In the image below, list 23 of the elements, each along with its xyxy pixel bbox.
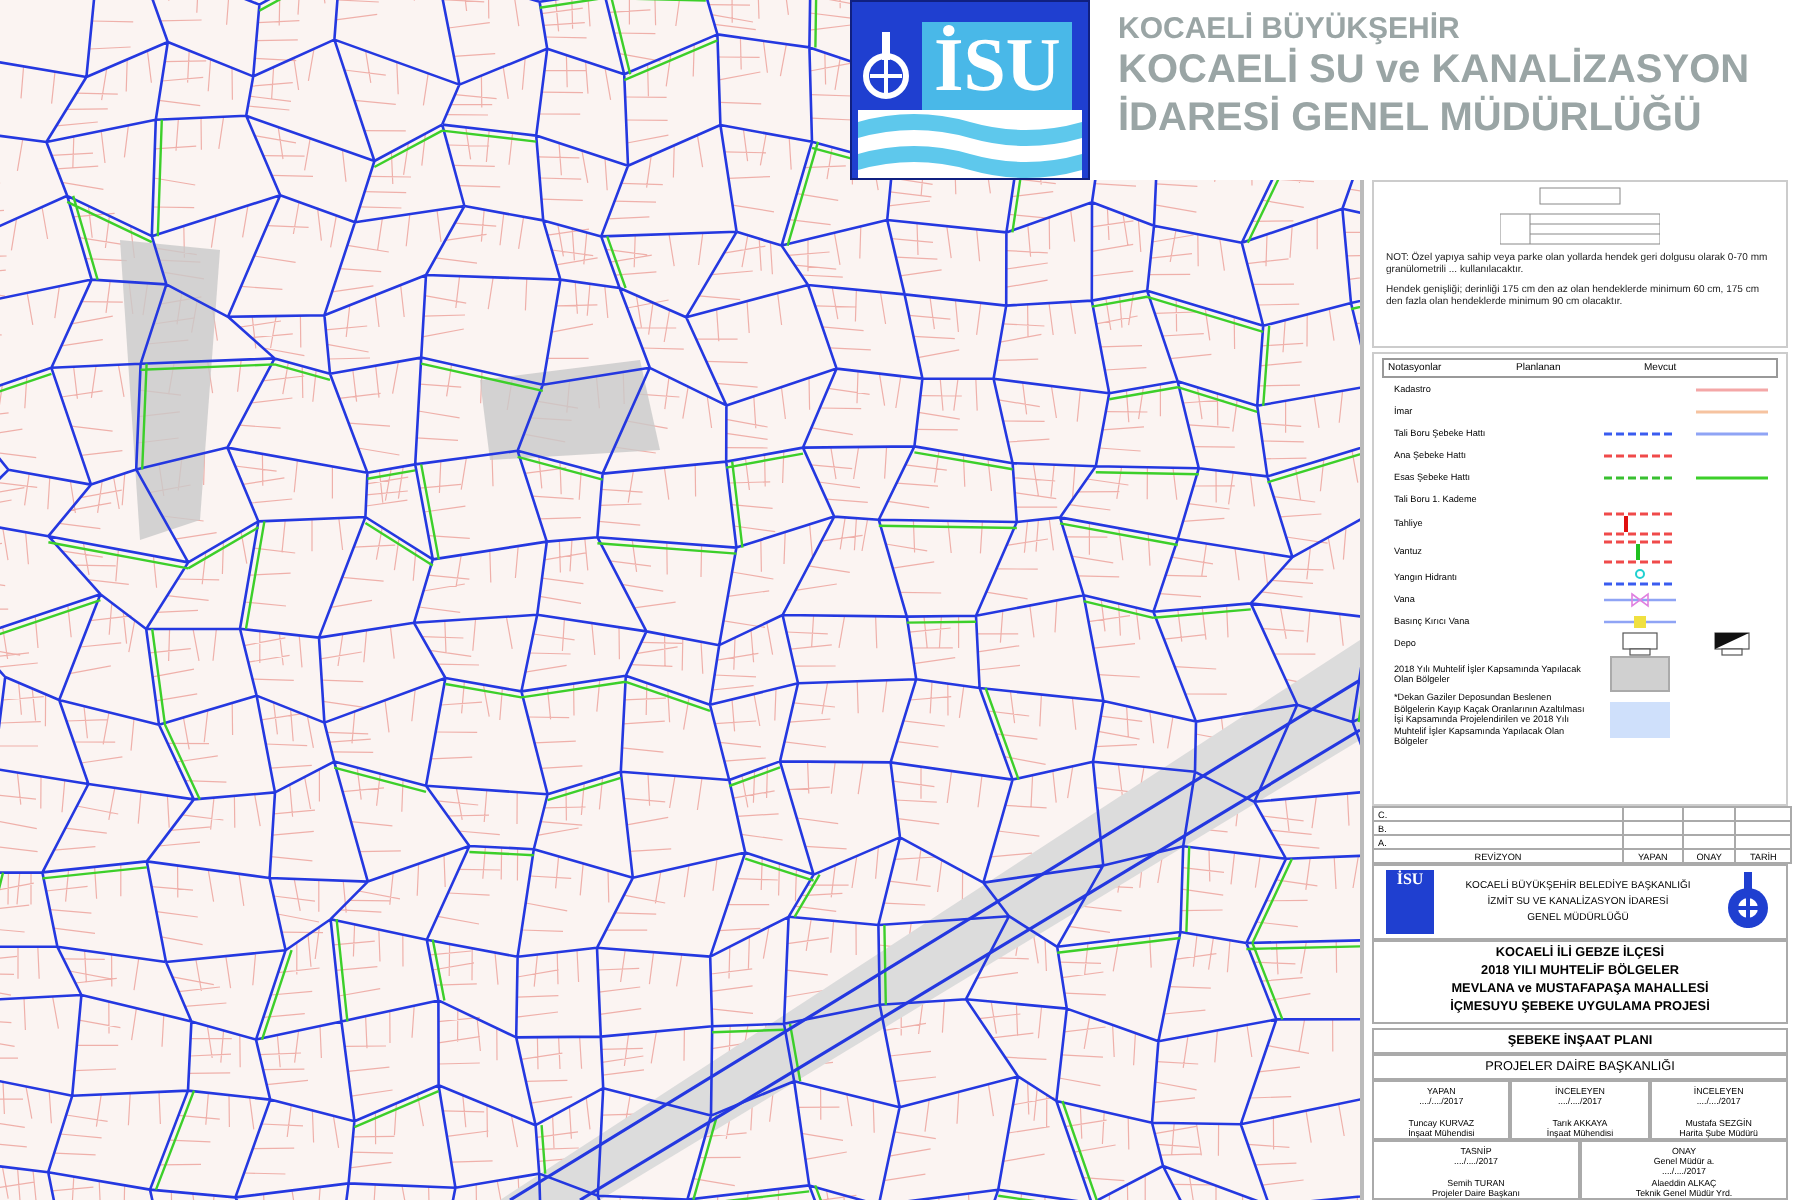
organization-name: KOCAELİ SU ve KANALİZASYON [1118,46,1752,94]
dashed-line-icon [1603,471,1676,483]
hatched-area-icon [1609,656,1670,692]
isu-logo: İSU [1386,870,1434,934]
waves-icon [858,110,1082,178]
valve-symbol-icon [1603,613,1676,629]
brand-name: KOCAELİ BÜYÜKŞEHİR [1118,12,1462,46]
dashed-line-icon [1603,449,1676,461]
line-icon [1695,471,1768,483]
line-icon [1695,405,1768,417]
line-icon [1695,427,1768,439]
valve-symbol-icon [1603,591,1676,607]
anchor-emblem-icon [858,28,914,104]
organization-name: İDARESİ GENEL MÜDÜRLÜĞÜ [1118,94,1704,142]
shaded-area-icon [1609,701,1670,738]
isu-logo: İSU [850,0,1090,180]
line-icon [1695,383,1768,395]
dashed-line-icon [1603,427,1676,439]
depot-symbol-icon [1621,632,1658,656]
hydrant-symbol-icon [1603,567,1676,587]
valve-symbol-icon [1603,538,1676,566]
depot-symbol-icon [1713,632,1750,656]
valve-symbol-icon [1603,510,1676,538]
